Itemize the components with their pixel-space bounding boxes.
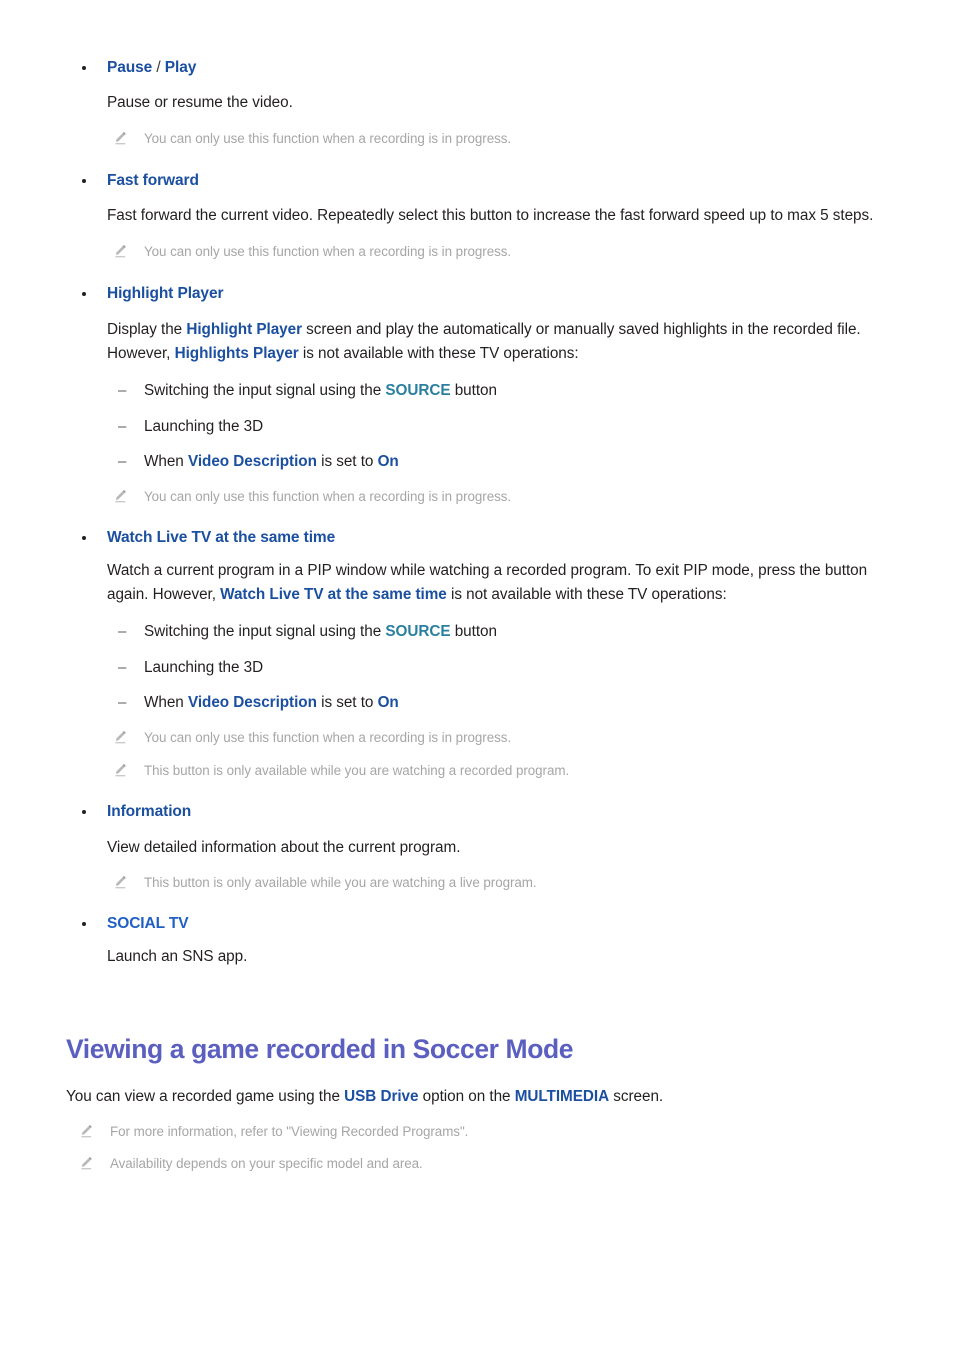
note-text: You can only use this function when a re… [144,244,512,260]
note-highlight-player: You can only use this function when a re… [66,487,888,507]
note-text: Availability depends on your specific mo… [110,1156,423,1172]
inline-link-watch-live-tv[interactable]: Watch Live TV at the same time [220,586,447,603]
body-text-part: Display the [107,320,187,338]
page-title: Viewing a game recorded in Soccer Mode [66,1034,574,1065]
inline-link-on[interactable]: On [378,453,399,470]
bullet-heading-pause-play: Pause / Play [66,56,888,79]
inline-link-video-description[interactable]: Video Description [188,453,317,470]
pencil-icon [115,245,126,258]
bullet-heading-watch-live-tv: Watch Live TV at the same time [66,526,888,549]
bullet-section-information: Information View detailed information ab… [66,800,888,893]
sub-item-text: Switching the input signal using the [144,382,386,400]
inline-link-source[interactable]: SOURCE [385,382,450,399]
pencil-icon [115,490,126,503]
bullet-body-information: View detailed information about the curr… [107,838,461,856]
sub-item-launch-3d: Launching the 3D [66,656,888,680]
sub-item-text: button [450,382,497,400]
note-pause-play: You can only use this function when a re… [66,129,888,149]
note-information: This button is only available while you … [66,873,888,893]
note-availability: Availability depends on your specific mo… [66,1154,888,1174]
body-text-part: is not available with these TV operation… [446,586,727,604]
note-text: For more information, refer to "Viewing … [110,1124,469,1140]
pencil-icon [115,731,126,744]
inline-link-highlight-player[interactable]: Highlight Player [186,321,302,338]
inline-link-video-description[interactable]: Video Description [188,694,317,711]
body-text-part: option on the [418,1088,515,1106]
pencil-icon [81,1157,92,1170]
pencil-icon [115,764,126,777]
bullet-heading-pause-label: Pause [107,59,153,76]
bullet-body-highlight-player: Display the Highlight Player screen and … [66,318,888,368]
sub-item-text: When [144,453,188,471]
body-text-part: is not available with these TV operation… [298,345,579,363]
section-soccer-mode: Viewing a game recorded in Soccer Mode Y… [66,1033,888,1174]
bullet-heading-play-label: Play [164,59,197,76]
note-more-information: For more information, refer to "Viewing … [66,1122,888,1142]
bullet-heading-highlight-player: Highlight Player [66,282,888,305]
note-text: You can only use this function when a re… [144,131,512,147]
note-fast-forward: You can only use this function when a re… [66,242,888,262]
sub-item-video-description: When Video Description is set to On [66,691,888,715]
bullet-section-pause-play: Pause / Play Pause or resume the video. … [66,56,888,149]
bullet-section-highlight-player: Highlight Player Display the Highlight P… [66,282,888,507]
bullet-heading-fast-forward: Fast forward [66,169,888,192]
note-watch-live-tv-recording: You can only use this function when a re… [66,728,888,748]
pencil-icon [81,1125,92,1138]
bullet-section-watch-live-tv: Watch Live TV at the same time Watch a c… [66,526,888,781]
document-page: Pause / Play Pause or resume the video. … [0,0,954,1350]
sub-item-video-description: When Video Description is set to On [66,450,888,474]
bullet-body-fast-forward: Fast forward the current video. Repeated… [107,207,874,225]
body-text-part: screen. [609,1088,664,1106]
sub-item-text: is set to [316,694,378,712]
bullet-section-fast-forward: Fast forward Fast forward the current vi… [66,169,888,262]
bullet-heading-separator: / [152,59,165,76]
sub-item-text: is set to [316,453,378,471]
sub-item-text: Switching the input signal using the [144,623,386,641]
section-intro-text: You can view a recorded game using the U… [66,1085,856,1110]
bullet-body-social-tv: Launch an SNS app. [107,947,248,965]
note-text: You can only use this function when a re… [144,489,512,505]
bullet-section-social-tv: SOCIAL TV Launch an SNS app. [66,912,888,969]
inline-link-usb-drive[interactable]: USB Drive [344,1088,418,1105]
sub-item-text: Launching the 3D [144,658,264,676]
inline-link-multimedia[interactable]: MULTIMEDIA [515,1088,609,1105]
note-text: You can only use this function when a re… [144,730,512,746]
inline-link-source[interactable]: SOURCE [385,623,450,640]
body-text-part: You can view a recorded game using the [66,1088,345,1106]
pencil-icon [115,876,126,889]
note-text: This button is only available while you … [144,763,570,779]
note-watch-live-tv-recorded-program: This button is only available while you … [66,761,888,781]
sub-item-text: button [450,623,497,641]
bullet-body-pause-play: Pause or resume the video. [107,94,293,112]
bullet-heading-social-tv: SOCIAL TV [66,912,888,935]
bullet-body-watch-live-tv: Watch a current program in a PIP window … [66,559,888,609]
sub-item-source: Switching the input signal using the SOU… [66,620,888,644]
inline-link-highlights-player[interactable]: Highlights Player [175,345,299,362]
sub-item-text: Launching the 3D [144,417,264,435]
note-text: This button is only available while you … [144,875,537,891]
bullet-heading-information: Information [66,800,888,823]
pencil-icon [115,132,126,145]
sub-item-text: When [144,694,188,712]
sub-item-launch-3d: Launching the 3D [66,415,888,439]
sub-item-source: Switching the input signal using the SOU… [66,379,888,403]
inline-link-on[interactable]: On [378,694,399,711]
